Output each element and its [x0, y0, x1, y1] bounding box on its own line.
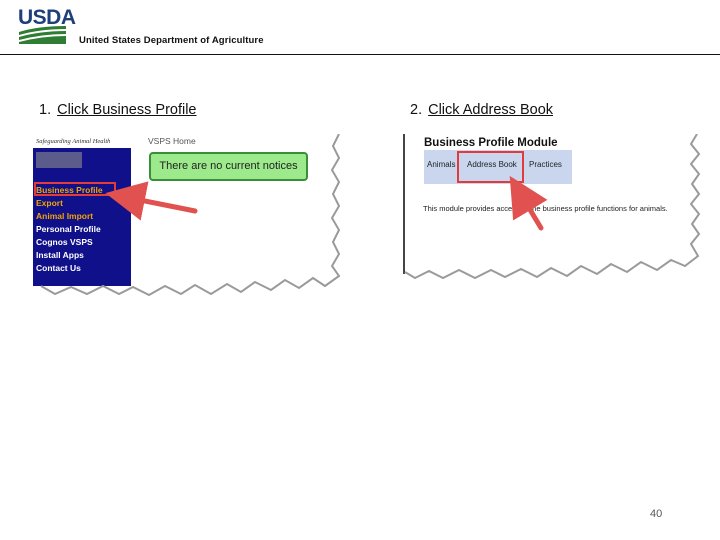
usda-swoosh-icon [19, 26, 66, 44]
step-2-title: 2. Click Address Book [410, 102, 553, 118]
header: USDA United States Department of Agricul… [0, 0, 720, 56]
page-number: 40 [650, 508, 663, 520]
usda-logo: USDA [18, 7, 76, 44]
torn-edge-2 [404, 134, 707, 284]
department-name: United States Department of Agriculture [79, 35, 264, 46]
screenshot-vsps-home: Safeguarding Animal Health Business Prof… [33, 134, 341, 296]
step-2-number: 2. [410, 102, 423, 118]
header-divider [0, 54, 720, 55]
screenshot-business-profile-module: Business Profile Module Animals Address … [401, 134, 707, 284]
step-1-title: 1. Click Business Profile [39, 102, 197, 118]
step-1-number: 1. [39, 102, 52, 118]
step-2-text: Click Address Book [428, 102, 554, 118]
step-1-text: Click Business Profile [57, 102, 197, 118]
torn-edge-1 [33, 134, 341, 296]
